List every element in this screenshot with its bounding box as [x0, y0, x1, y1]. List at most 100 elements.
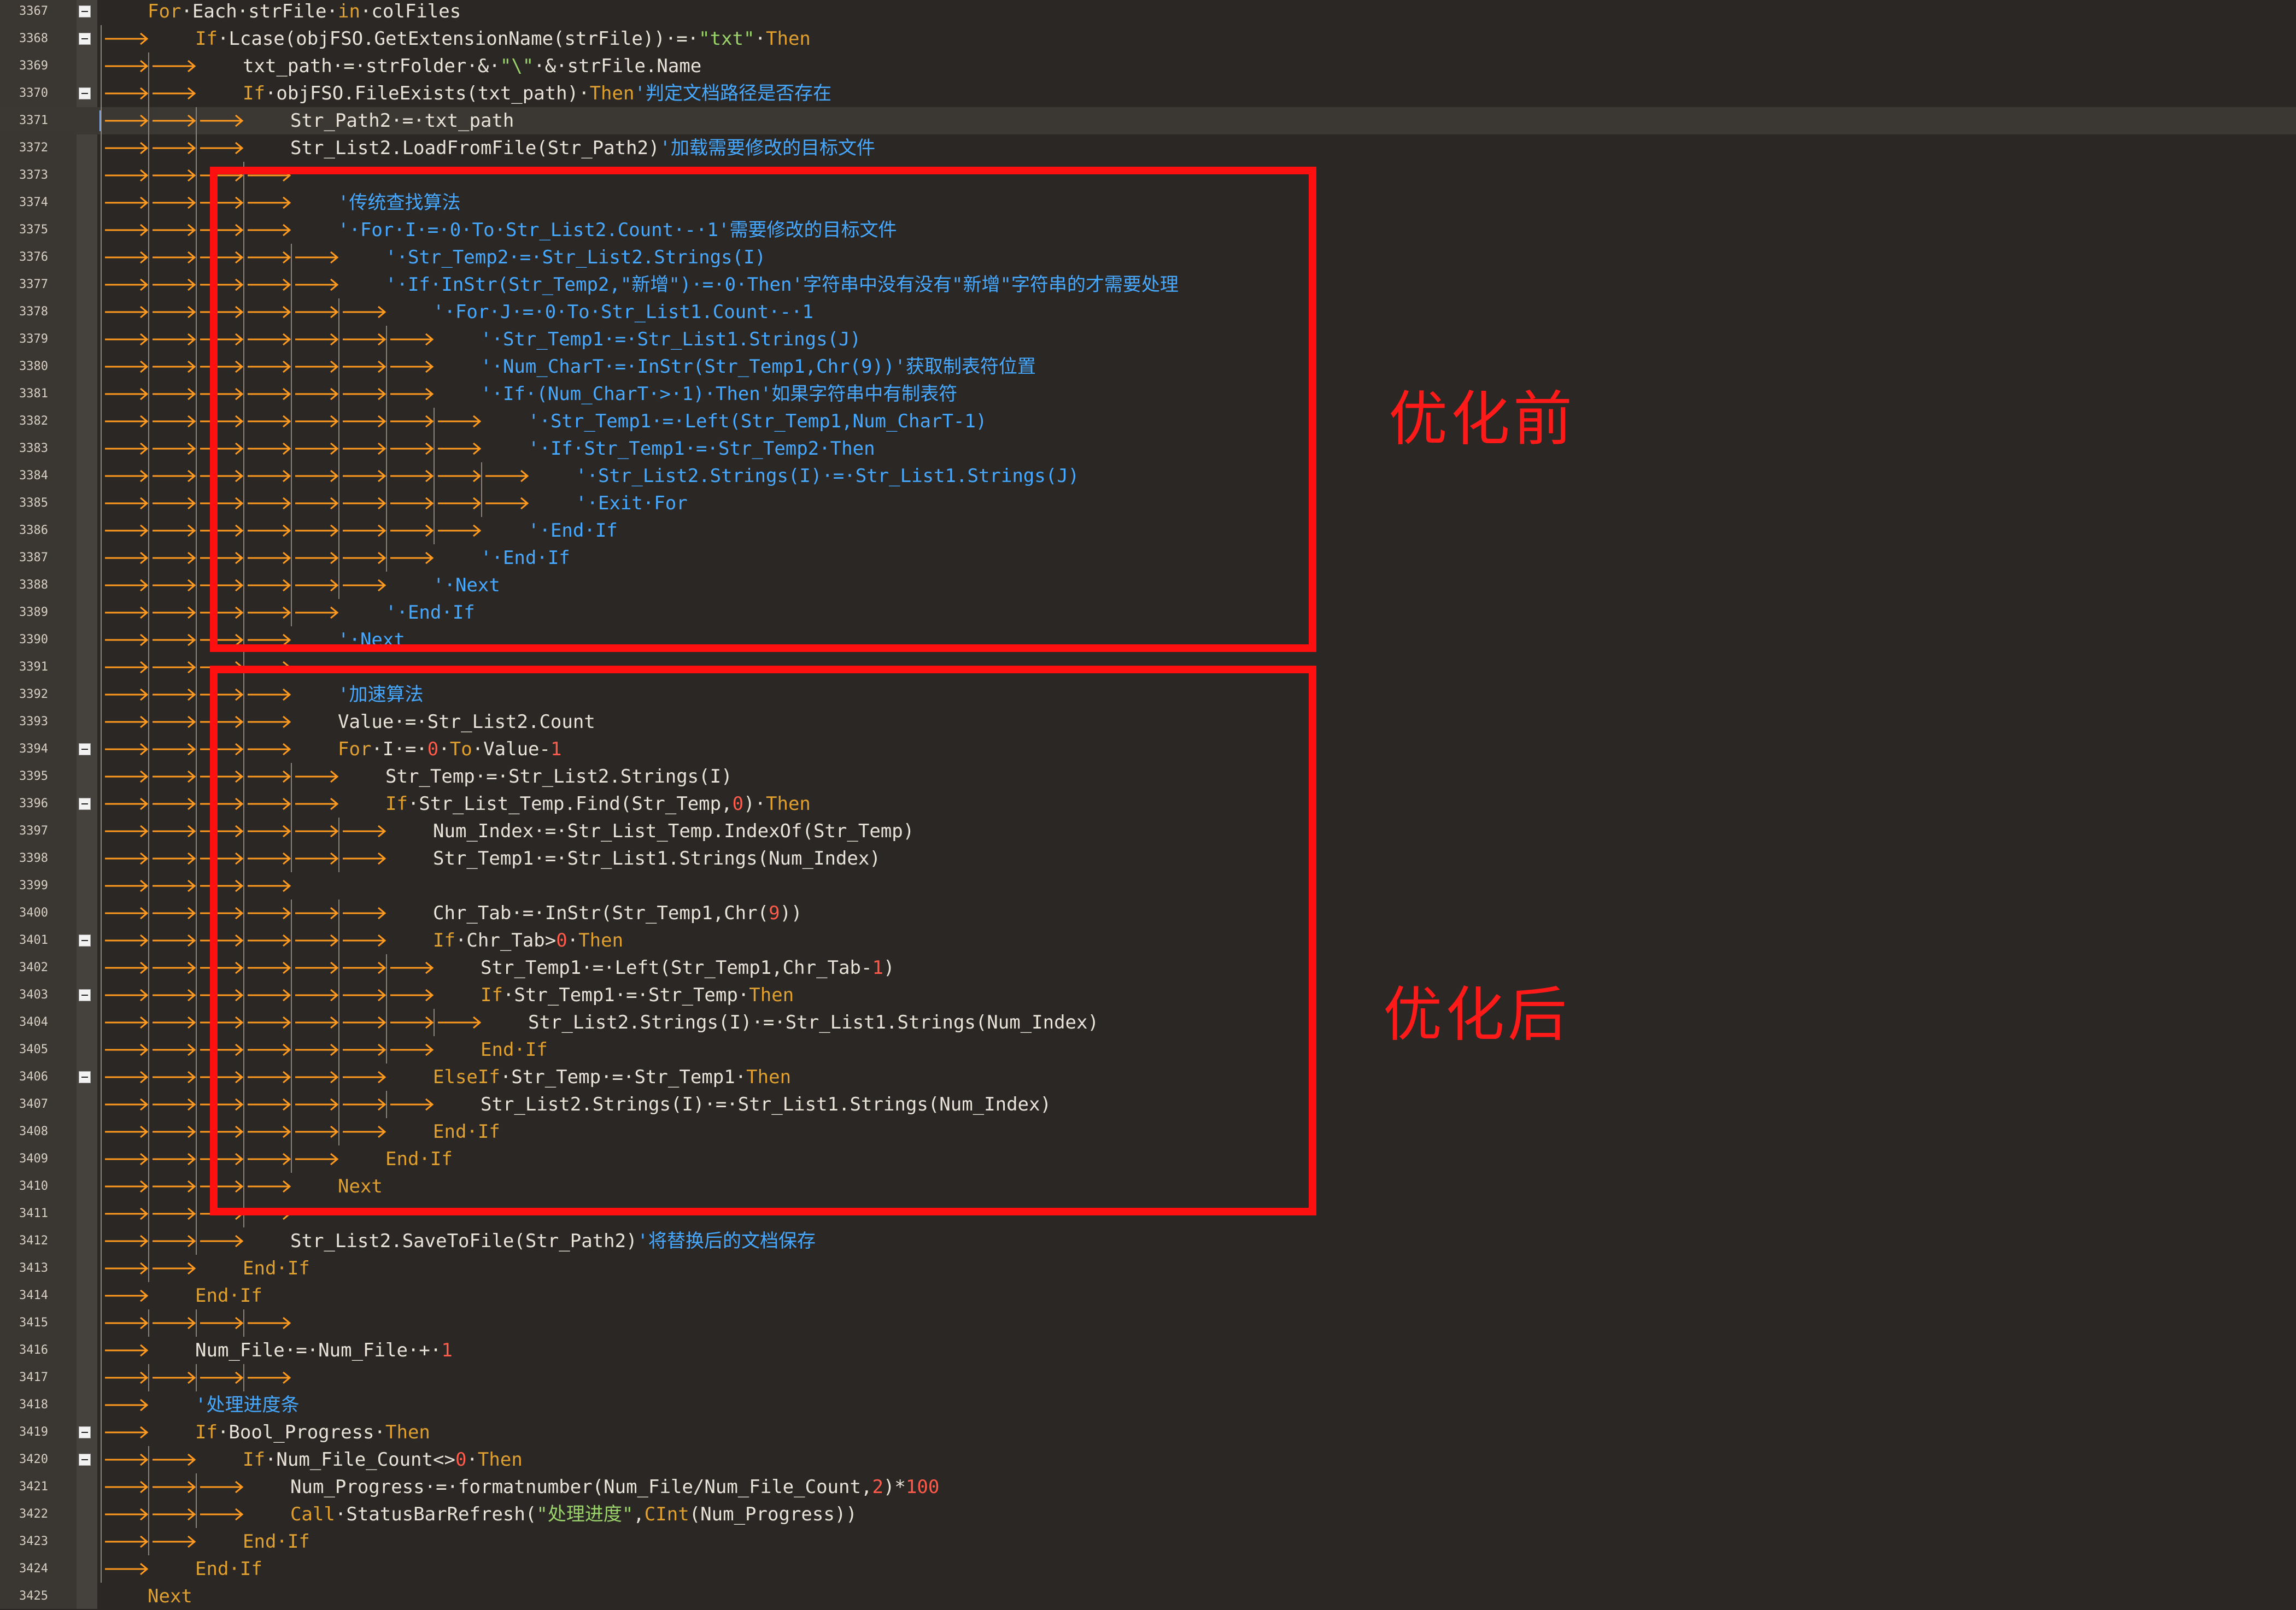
indent-guide — [196, 654, 197, 681]
indent-guide — [101, 1036, 102, 1063]
code-editor[interactable]: 3367 For·Each·strFile·in·colFiles 3368 If·L… — [0, 0, 2296, 1609]
collapse-toggle-icon[interactable] — [79, 989, 91, 1001]
indent-guide — [196, 599, 197, 626]
tab-arrow-icon — [153, 661, 196, 674]
tab-arrow-icon — [105, 1043, 149, 1056]
indent-guide — [196, 244, 197, 271]
code-line[interactable]: 3368 If·Lcase(objFSO.GetExtensionName(str… — [0, 25, 2296, 52]
code-line[interactable]: 3424 End·If — [0, 1555, 2296, 1583]
line-number: 3378 — [19, 305, 48, 319]
tab-arrow-icon — [153, 825, 196, 838]
line-number: 3394 — [19, 742, 48, 756]
code-line[interactable]: 3369 txt_path·=·strFolder·&·"\"·&·strFile… — [0, 52, 2296, 80]
code-token: Str_List2.SaveToFile(Str_Path2) — [290, 1230, 637, 1252]
tab-arrow-icon — [105, 1262, 149, 1275]
collapse-toggle-icon[interactable] — [79, 743, 91, 755]
indent-guide — [148, 654, 149, 681]
code-line[interactable]: 3423 End·If — [0, 1528, 2296, 1555]
tab-arrow-icon — [200, 114, 244, 127]
indent-guide — [196, 189, 197, 216]
tab-arrow-icon — [105, 333, 149, 346]
indent-guide — [148, 708, 149, 736]
line-number: 3398 — [19, 851, 48, 865]
line-number: 3382 — [19, 414, 48, 428]
tab-arrow-icon — [105, 743, 149, 756]
code-line[interactable]: 3371 Str_Path2·=·txt_path — [0, 107, 2296, 134]
line-number: 3375 — [19, 223, 48, 237]
code-line[interactable]: 3419 If·Bool_Progress·Then — [0, 1419, 2296, 1446]
indent-guide — [101, 654, 102, 681]
indent-guide — [196, 1473, 197, 1501]
indent-guide — [148, 435, 149, 462]
indent-guide — [101, 1446, 102, 1473]
indent-guide — [101, 1009, 102, 1036]
code-line[interactable]: 3415 — [0, 1309, 2296, 1337]
indent-guide — [148, 927, 149, 954]
line-number: 3380 — [19, 360, 48, 373]
indent-guide — [196, 462, 197, 490]
code-line[interactable]: 3417 — [0, 1364, 2296, 1391]
line-number: 3389 — [19, 606, 48, 619]
indent-guide — [101, 189, 102, 216]
tab-arrow-icon — [105, 770, 149, 783]
tab-arrow-icon — [105, 169, 149, 182]
indent-guide — [101, 134, 102, 162]
tab-arrow-icon — [153, 169, 196, 182]
indent-guide — [148, 1528, 149, 1555]
tab-arrow-icon — [153, 142, 196, 155]
indent-guide — [196, 435, 197, 462]
indent-guide — [196, 326, 197, 353]
tab-arrow-icon — [200, 1508, 244, 1521]
indent-guide — [196, 544, 197, 572]
code-line[interactable]: 3372 Str_List2.LoadFromFile(Str_Path2)'加载… — [0, 134, 2296, 162]
collapse-toggle-icon[interactable] — [79, 935, 91, 947]
collapse-toggle-icon[interactable] — [79, 5, 91, 17]
collapse-toggle-icon[interactable] — [79, 33, 91, 45]
collapse-toggle-icon[interactable] — [79, 1426, 91, 1438]
line-number: 3415 — [19, 1316, 48, 1330]
code-line[interactable]: 3416 Num_File·=·Num_File·+·1 — [0, 1337, 2296, 1364]
indent-guide — [196, 1227, 197, 1255]
code-text: Num_Progress·=·formatnumber(Num_File/Num… — [290, 1473, 939, 1501]
code-line[interactable]: 3412 Str_List2.SaveToFile(Str_Path2)'将替换后… — [0, 1227, 2296, 1255]
code-line[interactable]: 3425 Next — [0, 1583, 2296, 1610]
code-text: Str_Path2·=·txt_path — [290, 107, 514, 134]
code-token: Then — [589, 83, 635, 104]
tab-arrow-icon — [105, 688, 149, 701]
collapse-toggle-icon[interactable] — [79, 1071, 91, 1083]
code-token: '处理进度条 — [195, 1394, 300, 1416]
indent-guide — [148, 845, 149, 872]
code-line[interactable]: 3370 If·objFSO.FileExists(txt_path)·Then'… — [0, 80, 2296, 107]
tab-arrow-icon — [105, 633, 149, 647]
tab-arrow-icon — [153, 551, 196, 565]
collapse-toggle-icon[interactable] — [79, 1454, 91, 1466]
indent-guide — [148, 954, 149, 982]
line-number: 3386 — [19, 524, 48, 537]
indent-guide — [148, 1255, 149, 1282]
line-number: 3367 — [19, 4, 48, 18]
collapse-toggle-icon[interactable] — [79, 798, 91, 810]
tab-arrow-icon — [153, 1453, 196, 1466]
code-line[interactable]: 3414 End·If — [0, 1282, 2296, 1309]
indent-guide — [148, 326, 149, 353]
tab-arrow-icon — [105, 1453, 149, 1466]
indent-guide — [148, 1309, 149, 1337]
code-line[interactable]: 3367 For·Each·strFile·in·colFiles — [0, 0, 2296, 25]
code-line[interactable]: 3413 End·If — [0, 1255, 2296, 1282]
tab-arrow-icon — [153, 1508, 196, 1521]
code-line[interactable]: 3422 Call·StatusBarRefresh("处理进度",CInt(Nu… — [0, 1501, 2296, 1528]
code-line[interactable]: 3421 Num_Progress·=·formatnumber(Num_File… — [0, 1473, 2296, 1501]
code-line[interactable]: 3420 If·Num_File_Count<>0·Then — [0, 1446, 2296, 1473]
collapse-toggle-icon[interactable] — [79, 87, 91, 99]
line-number: 3416 — [19, 1343, 48, 1357]
code-line[interactable]: 3418 '处理进度条 — [0, 1391, 2296, 1419]
code-token: Next — [148, 1585, 192, 1607]
indent-guide — [101, 298, 102, 326]
indent-guide — [101, 216, 102, 244]
line-number: 3372 — [19, 141, 48, 155]
before-optimization-label: 优化前 — [1389, 385, 1576, 454]
indent-guide — [243, 1309, 244, 1337]
indent-guide — [196, 408, 197, 435]
line-number: 3423 — [19, 1535, 48, 1548]
indent-guide — [101, 1118, 102, 1145]
